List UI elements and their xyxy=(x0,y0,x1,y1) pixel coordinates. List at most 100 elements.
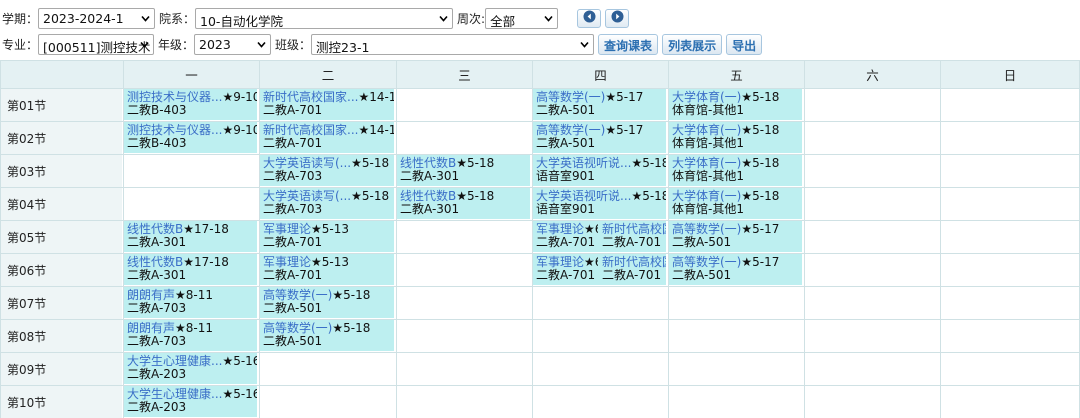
course-name[interactable]: 新时代高校国 xyxy=(602,222,666,236)
course-name[interactable]: 大学体育(一) xyxy=(672,156,741,170)
course-entry[interactable]: 新时代高校国二教A-701 xyxy=(599,221,666,252)
course-name[interactable]: 大学生心理健康... xyxy=(127,354,222,368)
prev-week-button[interactable] xyxy=(577,8,602,28)
period-label: 第08节 xyxy=(1,320,122,352)
course-name[interactable]: 大学生心理健康... xyxy=(127,387,222,401)
course-cell[interactable]: 军事理论★6二教A-701新时代高校国二教A-701 xyxy=(533,254,666,285)
course-name[interactable]: 高等数学(一) xyxy=(263,321,332,335)
course-name[interactable]: 测控技术与仪器... xyxy=(127,90,222,104)
dept-select[interactable]: 10-自动化学院 xyxy=(195,7,454,29)
course-name[interactable]: 高等数学(一) xyxy=(536,123,605,137)
course-name[interactable]: 大学体育(一) xyxy=(672,123,741,137)
course-cell[interactable]: 新时代高校国家...★14-17 二教A-701 xyxy=(260,122,394,153)
course-name[interactable]: 大学英语视听说... xyxy=(536,156,631,170)
timetable-corner xyxy=(1,61,123,88)
course-cell[interactable]: 测控技术与仪器...★9-10 二教B-403 xyxy=(124,122,257,153)
week-label: 周次: xyxy=(457,11,486,26)
course-room: 二教A-501 xyxy=(263,333,323,348)
course-cell[interactable]: 大学体育(一)★5-18 体育馆-其他1 xyxy=(669,155,802,186)
course-cell[interactable]: 朗朗有声★8-11 二教A-703 xyxy=(124,320,257,351)
course-entry[interactable]: 新时代高校国二教A-701 xyxy=(599,254,666,285)
course-name[interactable]: 军事理论 xyxy=(263,255,311,269)
grade-select[interactable]: 2023 xyxy=(194,33,272,55)
export-button[interactable]: 导出 xyxy=(726,33,763,55)
dept-label: 院系： xyxy=(159,11,196,26)
course-cell[interactable]: 高等数学(一)★5-17 二教A-501 xyxy=(669,221,802,252)
course-cell[interactable]: 新时代高校国家...★14-17 二教A-701 xyxy=(260,89,394,120)
course-name[interactable]: 军事理论 xyxy=(536,255,584,269)
course-name[interactable]: 军事理论 xyxy=(263,222,311,236)
course-cell[interactable]: 大学英语读写(...★5-18 二教A-703 xyxy=(260,188,394,219)
course-cell[interactable]: 线性代数B★17-18 二教A-301 xyxy=(124,254,257,285)
course-name[interactable]: 大学体育(一) xyxy=(672,90,741,104)
course-name[interactable]: 高等数学(一) xyxy=(263,288,332,302)
course-cell[interactable]: 高等数学(一)★5-17 二教A-501 xyxy=(533,89,666,120)
course-weeks: ★5-18 xyxy=(351,189,390,203)
course-entry[interactable]: 军事理论★6二教A-701 xyxy=(533,221,598,252)
course-entry[interactable]: 军事理论★6二教A-701 xyxy=(533,254,598,285)
query-timetable-button[interactable]: 查询课表 xyxy=(598,33,659,55)
course-cell[interactable]: 高等数学(一)★5-17 二教A-501 xyxy=(533,122,666,153)
arrow-left-icon xyxy=(583,10,596,26)
period-label: 第04节 xyxy=(1,188,122,220)
course-weeks: ★5-17 xyxy=(605,123,644,137)
course-cell[interactable]: 大学体育(一)★5-18 体育馆-其他1 xyxy=(669,122,802,153)
course-name[interactable]: 新时代高校国 xyxy=(602,255,666,269)
course-cell[interactable]: 高等数学(一)★5-18 二教A-501 xyxy=(260,320,394,351)
course-cell[interactable]: 大学生心理健康...★5-16 二教A-203 xyxy=(124,353,257,384)
course-weeks: ★9-10 xyxy=(222,123,257,137)
course-cell[interactable]: 朗朗有声★8-11 二教A-703 xyxy=(124,287,257,318)
course-cell[interactable]: 大学英语视听说...★5-18 语音室901 xyxy=(533,155,666,186)
course-name[interactable]: 大学英语读写(... xyxy=(263,156,351,170)
course-weeks: ★5-17 xyxy=(605,90,644,104)
course-name[interactable]: 线性代数B xyxy=(127,222,183,236)
course-name[interactable]: 线性代数B xyxy=(400,189,456,203)
week-select[interactable]: 全部 xyxy=(485,7,559,29)
course-cell[interactable]: 大学英语读写(...★5-18 二教A-703 xyxy=(260,155,394,186)
course-name[interactable]: 大学英语视听说... xyxy=(536,189,631,203)
course-weeks: ★6 xyxy=(584,255,598,269)
chevron-down-icon xyxy=(439,14,448,23)
period-label: 第01节 xyxy=(1,89,122,121)
course-weeks: ★5-18 xyxy=(351,156,390,170)
course-name[interactable]: 朗朗有声 xyxy=(127,321,175,335)
major-select[interactable]: [000511]测控技术 xyxy=(38,33,155,55)
course-room: 二教A-301 xyxy=(400,201,460,216)
term-select[interactable]: 2023-2024-1 xyxy=(38,7,156,29)
course-name[interactable]: 高等数学(一) xyxy=(672,222,741,236)
course-weeks: ★5-18 xyxy=(741,90,780,104)
course-cell[interactable]: 线性代数B★5-18 二教A-301 xyxy=(397,155,530,186)
course-cell[interactable]: 大学体育(一)★5-18 体育馆-其他1 xyxy=(669,188,802,219)
course-name[interactable]: 大学体育(一) xyxy=(672,189,741,203)
course-name[interactable]: 新时代高校国家... xyxy=(263,123,358,137)
class-select[interactable]: 测控23-1 xyxy=(311,33,595,55)
course-cell[interactable]: 高等数学(一)★5-17 二教A-501 xyxy=(669,254,802,285)
course-cell[interactable]: 军事理论★5-13 二教A-701 xyxy=(260,254,394,285)
course-name[interactable]: 线性代数B xyxy=(127,255,183,269)
course-cell[interactable]: 高等数学(一)★5-18 二教A-501 xyxy=(260,287,394,318)
course-room: 二教A-703 xyxy=(127,333,187,348)
course-name[interactable]: 高等数学(一) xyxy=(536,90,605,104)
course-name[interactable]: 高等数学(一) xyxy=(672,255,741,269)
course-name[interactable]: 朗朗有声 xyxy=(127,288,175,302)
course-weeks: ★5-17 xyxy=(741,255,780,269)
course-cell[interactable]: 军事理论★5-13 二教A-701 xyxy=(260,221,394,252)
course-room: 语音室901 xyxy=(536,201,595,216)
course-cell[interactable]: 测控技术与仪器...★9-10 二教B-403 xyxy=(124,89,257,120)
course-cell[interactable]: 大学英语视听说...★5-18 语音室901 xyxy=(533,188,666,219)
course-cell[interactable]: 军事理论★6二教A-701新时代高校国二教A-701 xyxy=(533,221,666,252)
day-header: 六 xyxy=(805,61,940,88)
list-view-button[interactable]: 列表展示 xyxy=(662,33,723,55)
course-name[interactable]: 线性代数B xyxy=(400,156,456,170)
course-name[interactable]: 测控技术与仪器... xyxy=(127,123,222,137)
course-weeks: ★6 xyxy=(584,222,598,236)
course-name[interactable]: 新时代高校国家... xyxy=(263,90,358,104)
course-cell[interactable]: 线性代数B★17-18 二教A-301 xyxy=(124,221,257,252)
course-room: 二教A-701 xyxy=(263,135,323,150)
course-name[interactable]: 大学英语读写(... xyxy=(263,189,351,203)
course-cell[interactable]: 大学体育(一)★5-18 体育馆-其他1 xyxy=(669,89,802,120)
course-name[interactable]: 军事理论 xyxy=(536,222,584,236)
course-cell[interactable]: 大学生心理健康...★5-16 二教A-203 xyxy=(124,386,257,417)
next-week-button[interactable] xyxy=(605,8,630,28)
course-cell[interactable]: 线性代数B★5-18 二教A-301 xyxy=(397,188,530,219)
